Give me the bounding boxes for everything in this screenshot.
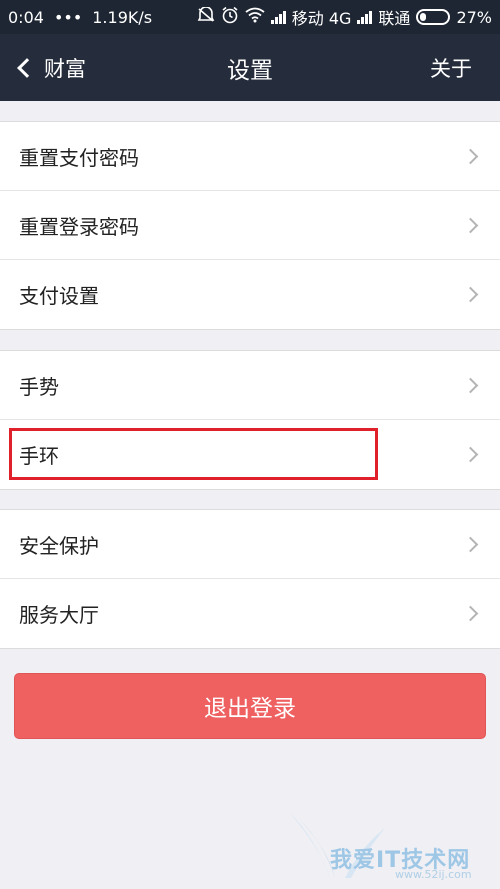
battery-icon [416, 9, 451, 25]
list-item-label: 手势 [19, 374, 59, 399]
reset-login-password-item[interactable]: 重置登录密码 [0, 191, 500, 260]
settings-group-2: 手势 手环 [0, 350, 500, 490]
payment-settings-item[interactable]: 支付设置 [0, 260, 500, 329]
carrier-label-2: 联通 [378, 9, 411, 28]
network-speed: 1.19K/s [92, 7, 153, 27]
status-time: 0:04 [8, 7, 44, 27]
back-button[interactable]: 财富 [0, 34, 86, 101]
chevron-right-icon [462, 148, 479, 164]
wristband-item[interactable]: 手环 [0, 420, 500, 489]
list-item-label: 支付设置 [19, 284, 99, 308]
reset-pay-password-item[interactable]: 重置支付密码 [0, 122, 500, 191]
alarm-icon [221, 6, 239, 28]
chevron-right-icon [462, 377, 479, 393]
signal-icon-2 [357, 10, 373, 24]
chevron-right-icon [462, 286, 479, 303]
chevron-right-icon [462, 536, 479, 552]
status-bar: 0:04 ••• 1.19K/s 移动 4G 联通 27% [0, 0, 500, 34]
security-protection-item[interactable]: 安全保护 [0, 510, 500, 579]
chevron-left-icon [17, 57, 37, 78]
list-item-label: 重置登录密码 [19, 214, 139, 239]
battery-percent: 27% [456, 7, 492, 27]
nav-bar: 财富 设置 关于 [0, 34, 500, 101]
chevron-right-icon [462, 217, 479, 233]
list-item-label: 服务大厅 [19, 603, 99, 627]
settings-group-1: 重置支付密码 重置登录密码 支付设置 [0, 121, 500, 330]
chevron-right-icon [462, 446, 479, 463]
list-item-label: 安全保护 [19, 533, 99, 558]
signal-icon [270, 10, 286, 24]
settings-group-3: 安全保护 服务大厅 [0, 509, 500, 649]
service-hall-item[interactable]: 服务大厅 [0, 579, 500, 648]
back-label: 财富 [44, 56, 86, 81]
watermark-url: www.52ij.com [395, 868, 472, 881]
carrier-label-1: 移动 4G [291, 9, 352, 28]
list-item-label: 手环 [19, 444, 59, 468]
list-item-label: 重置支付密码 [19, 145, 139, 170]
logout-button[interactable]: 退出登录 [14, 673, 486, 739]
about-button[interactable]: 关于 [430, 53, 500, 83]
mute-icon [197, 6, 215, 27]
chevron-right-icon [462, 605, 479, 622]
notification-dots: ••• [53, 7, 83, 27]
wifi-icon [245, 7, 265, 27]
gesture-item[interactable]: 手势 [0, 351, 500, 420]
